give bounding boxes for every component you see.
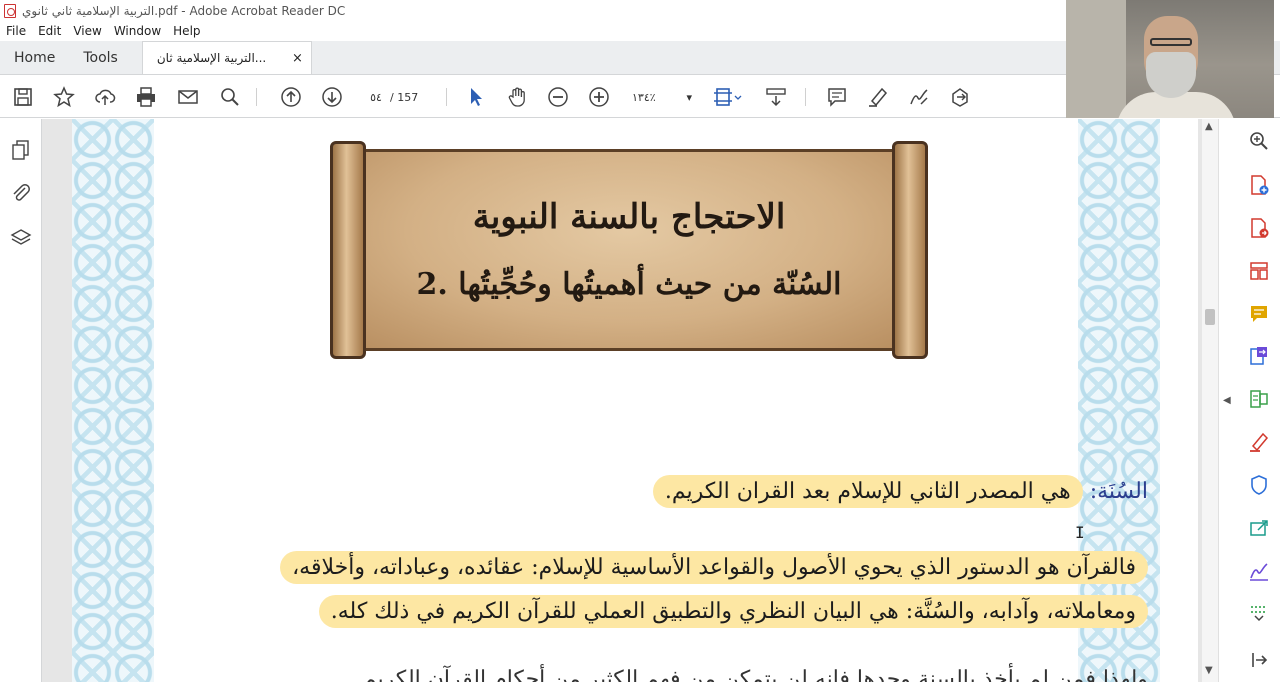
more-tool-icon[interactable] [1248, 601, 1270, 623]
webcam-background [1066, 0, 1126, 118]
zoom-in-icon[interactable] [587, 85, 611, 109]
webcam-video-overlay [1066, 0, 1274, 118]
page-number-input[interactable]: ٥٤ [362, 91, 390, 104]
scroll-roll-right [892, 141, 928, 359]
fit-page-icon[interactable] [712, 85, 744, 109]
bookmark-star-icon[interactable] [52, 85, 76, 109]
decorative-border-left [72, 119, 154, 682]
toolbar-separator [256, 88, 257, 106]
comment-tool-icon[interactable] [1248, 303, 1270, 325]
page-navigator: ٥٤ / 157 [362, 86, 418, 108]
chevron-down-icon: ▾ [686, 90, 692, 104]
send-for-review-icon[interactable] [1248, 345, 1270, 367]
document-viewport[interactable]: الاحتجاج بالسنة النبوية 2. السُنّة من حي… [42, 119, 1202, 682]
search-zoom-icon[interactable] [1248, 130, 1270, 152]
export-pdf-icon[interactable] [1248, 217, 1270, 239]
highlight-pen-icon[interactable] [866, 85, 890, 109]
create-pdf-icon[interactable] [1248, 174, 1270, 196]
scroll-roll-left [330, 141, 366, 359]
highlighted-text: فالقرآن هو الدستور الذي يحوي الأصول والق… [280, 551, 1148, 584]
sunnah-term: السُنَة: [1089, 479, 1148, 504]
right-tools-pane: ◀ [1218, 119, 1280, 682]
pages-icon[interactable] [10, 139, 32, 161]
banner-title: الاحتجاج بالسنة النبوية [472, 197, 786, 237]
document-tab-label: التربية الإسلامية ثان... [156, 51, 267, 65]
highlighted-definition: هي المصدر الثاني للإسلام بعد القران الكر… [652, 475, 1083, 508]
paragraph-quran-line-2: ومعاملاته، وآدابه، والسُنَّة: هي البيان … [318, 595, 1148, 628]
upload-cloud-icon[interactable] [93, 85, 117, 109]
toolbar-separator [446, 88, 447, 106]
save-icon[interactable] [11, 85, 35, 109]
scroll-mode-icon[interactable] [764, 85, 788, 109]
fill-sign-icon[interactable] [1248, 431, 1270, 453]
print-icon[interactable] [134, 85, 158, 109]
acrobat-window: التربية الإسلامية ثاني ثانوي.pdf - Adobe… [0, 0, 1280, 682]
more-tools-icon[interactable] [948, 85, 972, 109]
highlighted-text: ومعاملاته، وآدابه، والسُنَّة: هي البيان … [318, 595, 1148, 628]
organize-pages-icon[interactable] [1248, 260, 1270, 282]
page-up-icon[interactable] [279, 85, 303, 109]
tab-document[interactable]: التربية الإسلامية ثان... × [141, 41, 312, 74]
sign-icon[interactable] [907, 85, 931, 109]
paragraph-partial-line: ولهذا فمن لم يأخذ بالسنة وحدها فإنه لن ي… [362, 667, 1148, 682]
zoom-out-icon[interactable] [546, 85, 570, 109]
paragraph-quran-line-1: فالقرآن هو الدستور الذي يحوي الأصول والق… [280, 551, 1148, 584]
expand-right-pane-icon[interactable]: ◀ [1223, 395, 1231, 406]
paragraph-sunnah-definition: السُنَة: هي المصدر الثاني للإسلام بعد ال… [652, 475, 1148, 508]
signature-icon[interactable] [1248, 560, 1270, 582]
window-title: التربية الإسلامية ثاني ثانوي.pdf - Adobe… [22, 4, 346, 18]
hand-pan-icon[interactable] [505, 85, 529, 109]
tab-home[interactable]: Home [0, 41, 69, 74]
menu-edit[interactable]: Edit [38, 24, 61, 38]
email-icon[interactable] [176, 85, 200, 109]
pdf-page: الاحتجاج بالسنة النبوية 2. السُنّة من حي… [72, 119, 1198, 682]
zoom-search-icon[interactable] [218, 85, 242, 109]
toolbar-separator [805, 88, 806, 106]
menu-help[interactable]: Help [173, 24, 200, 38]
page-total: / 157 [390, 90, 419, 104]
zoom-dropdown[interactable]: ١٣٤٪ ▾ [632, 86, 692, 108]
select-arrow-icon[interactable] [464, 85, 488, 109]
left-navigation-pane: ◀ [0, 119, 54, 682]
close-tab-icon[interactable]: × [292, 51, 303, 66]
scroll-up-arrow-icon[interactable]: ▲ [1205, 121, 1213, 132]
menu-window[interactable]: Window [114, 24, 161, 38]
protect-icon[interactable] [1248, 474, 1270, 496]
scroll-down-arrow-icon[interactable]: ▼ [1205, 665, 1213, 676]
tab-tools[interactable]: Tools [69, 41, 132, 74]
pdf-file-icon [4, 4, 16, 18]
title-scroll-banner: الاحتجاج بالسنة النبوية 2. السُنّة من حي… [330, 141, 928, 359]
menu-view[interactable]: View [73, 24, 101, 38]
edit-pdf-icon[interactable] [1248, 388, 1270, 410]
banner-subtitle: 2. السُنّة من حيث أهميتُها وحُجِّيتُها [416, 267, 842, 302]
scrollbar-thumb[interactable] [1205, 309, 1215, 325]
attachments-icon[interactable] [10, 182, 32, 204]
text-cursor: I [1075, 523, 1085, 542]
scroll-paper [344, 149, 910, 351]
zoom-value: ١٣٤٪ [632, 90, 656, 104]
page-down-icon[interactable] [320, 85, 344, 109]
expand-panel-icon[interactable] [1248, 649, 1270, 671]
vertical-scrollbar[interactable]: ▲ ▼ [1202, 119, 1218, 682]
comment-icon[interactable] [825, 85, 849, 109]
webcam-person-glasses [1150, 38, 1192, 46]
layers-icon[interactable] [10, 227, 32, 249]
share-icon[interactable] [1248, 517, 1270, 539]
menu-file[interactable]: File [6, 24, 26, 38]
